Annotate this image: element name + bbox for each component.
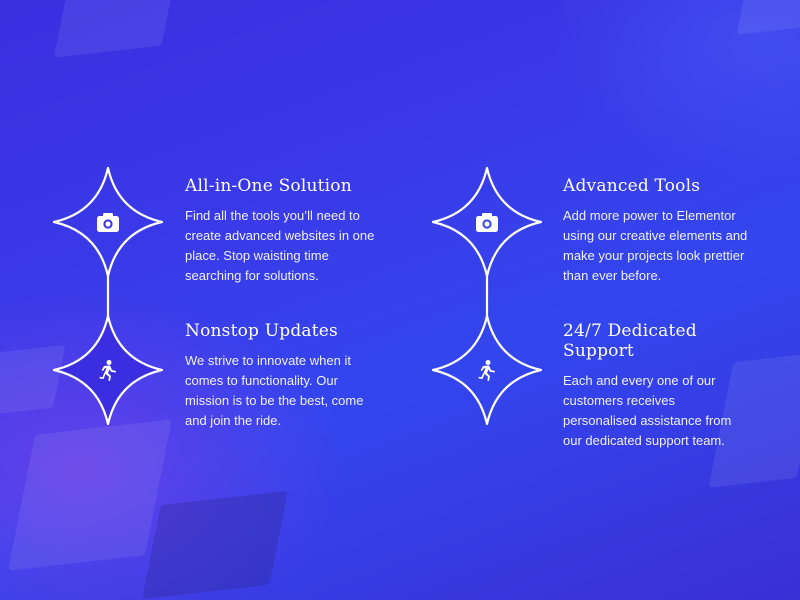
camera-icon [476,213,498,232]
right-star-connector [431,166,543,426]
feature-dedicated-support: 24/7 Dedicated Support Each and every on… [563,321,733,451]
feature-description: Each and every one of our customers rece… [563,373,732,448]
background-mockup-card [142,490,288,600]
feature-description: We strive to innovate when it comes to f… [185,353,364,428]
running-person-icon [478,360,495,381]
feature-title: Nonstop Updates [185,321,338,341]
feature-all-in-one: All-in-One Solution Find all the tools y… [185,176,385,286]
feature-nonstop-updates: Nonstop Updates We strive to innovate wh… [185,321,385,431]
feature-advanced-tools: Advanced Tools Add more power to Element… [563,176,768,286]
feature-description: Add more power to Elementor using our cr… [563,208,748,283]
feature-description: Find all the tools you’ll need to create… [185,208,375,283]
camera-icon [97,213,119,232]
left-star-connector [52,166,164,426]
feature-title: 24/7 Dedicated Support [563,321,697,361]
feature-title: Advanced Tools [563,176,701,196]
feature-title: All-in-One Solution [185,176,352,196]
